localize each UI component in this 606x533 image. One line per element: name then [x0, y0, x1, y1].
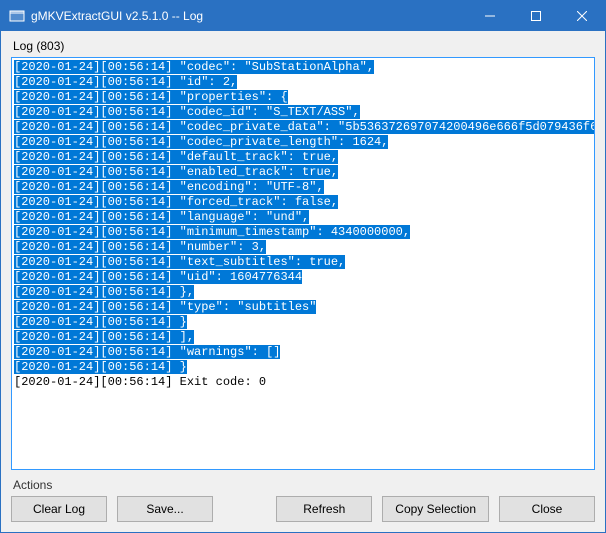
save-button[interactable]: Save... [117, 496, 213, 522]
log-line[interactable]: [2020-01-24][00:56:14] } [14, 315, 594, 330]
log-line[interactable]: [2020-01-24][00:56:14] Exit code: 0 [14, 375, 594, 390]
log-line[interactable]: [2020-01-24][00:56:14] "forced_track": f… [14, 195, 594, 210]
maximize-button[interactable] [513, 1, 559, 31]
log-line[interactable]: [2020-01-24][00:56:14] "codec_private_le… [14, 135, 594, 150]
clear-log-button[interactable]: Clear Log [11, 496, 107, 522]
actions-bar: Clear Log Save... Refresh Copy Selection… [11, 496, 595, 522]
log-line[interactable]: [2020-01-24][00:56:14] "id": 2, [14, 75, 594, 90]
refresh-button[interactable]: Refresh [276, 496, 372, 522]
app-window: gMKVExtractGUI v2.5.1.0 -- Log Log (803)… [0, 0, 606, 533]
log-line[interactable]: [2020-01-24][00:56:14] "minimum_timestam… [14, 225, 594, 240]
log-line[interactable]: [2020-01-24][00:56:14] "language": "und"… [14, 210, 594, 225]
log-line[interactable]: [2020-01-24][00:56:14] } [14, 360, 594, 375]
log-line[interactable]: [2020-01-24][00:56:14] "codec_id": "S_TE… [14, 105, 594, 120]
window-title: gMKVExtractGUI v2.5.1.0 -- Log [31, 9, 467, 23]
close-window-button[interactable] [559, 1, 605, 31]
log-line[interactable]: [2020-01-24][00:56:14] "number": 3, [14, 240, 594, 255]
log-line[interactable]: [2020-01-24][00:56:14] "codec": "SubStat… [14, 60, 594, 75]
log-line[interactable]: [2020-01-24][00:56:14] "type": "subtitle… [14, 300, 594, 315]
client-area: Log (803) [2020-01-24][00:56:14] "codec"… [1, 31, 605, 532]
log-group-label: Log (803) [13, 39, 593, 53]
log-line[interactable]: [2020-01-24][00:56:14] "text_subtitles":… [14, 255, 594, 270]
log-line[interactable]: [2020-01-24][00:56:14] "default_track": … [14, 150, 594, 165]
log-line[interactable]: [2020-01-24][00:56:14] "properties": { [14, 90, 594, 105]
copy-selection-button[interactable]: Copy Selection [382, 496, 489, 522]
log-line[interactable]: [2020-01-24][00:56:14] }, [14, 285, 594, 300]
log-line[interactable]: [2020-01-24][00:56:14] "uid": 1604776344 [14, 270, 594, 285]
log-textarea[interactable]: [2020-01-24][00:56:14] "codec": "SubStat… [12, 58, 594, 469]
minimize-button[interactable] [467, 1, 513, 31]
log-panel: [2020-01-24][00:56:14] "codec": "SubStat… [11, 57, 595, 470]
log-line[interactable]: [2020-01-24][00:56:14] "enabled_track": … [14, 165, 594, 180]
log-line[interactable]: [2020-01-24][00:56:14] ], [14, 330, 594, 345]
log-line[interactable]: [2020-01-24][00:56:14] "warnings": [] [14, 345, 594, 360]
log-line[interactable]: [2020-01-24][00:56:14] "codec_private_da… [14, 120, 594, 135]
app-icon [9, 8, 25, 24]
titlebar[interactable]: gMKVExtractGUI v2.5.1.0 -- Log [1, 1, 605, 31]
actions-group-label: Actions [13, 478, 593, 492]
close-button[interactable]: Close [499, 496, 595, 522]
log-line[interactable]: [2020-01-24][00:56:14] "encoding": "UTF-… [14, 180, 594, 195]
